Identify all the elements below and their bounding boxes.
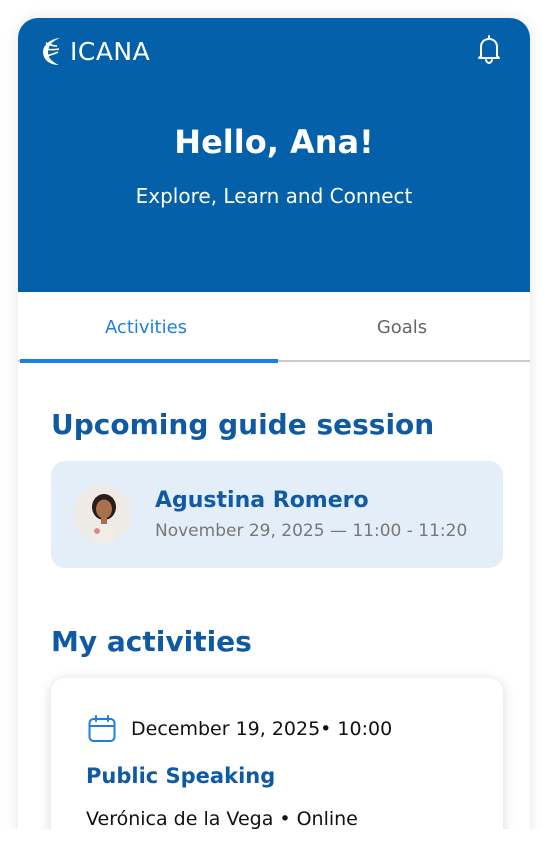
logo-text: ICANA xyxy=(70,36,151,66)
activity-mode: Online xyxy=(296,808,358,830)
guide-name: Agustina Romero xyxy=(155,488,369,513)
app-logo: ICANA xyxy=(40,34,150,68)
meta-separator: • xyxy=(279,808,291,830)
activity-title: Public Speaking xyxy=(86,764,276,788)
notifications-button[interactable] xyxy=(472,32,506,66)
my-activities-section-title: My activities xyxy=(51,625,252,658)
logo-emblem-icon xyxy=(43,38,60,65)
activity-host: Verónica de la Vega xyxy=(86,808,274,830)
activity-card[interactable]: December 19, 2025• 10:00 Public Speaking… xyxy=(51,678,503,850)
calendar-icon xyxy=(88,715,116,742)
guide-avatar xyxy=(73,485,131,543)
bell-icon xyxy=(478,35,500,65)
greeting-subtitle: Explore, Learn and Connect xyxy=(135,184,413,208)
activity-meta: Verónica de la Vega • Online xyxy=(86,808,358,830)
tab-bar: Activities Goals xyxy=(18,292,530,363)
bottom-fade xyxy=(0,829,550,850)
header: ICANA Hello, Ana! Explore, Learn and Con… xyxy=(18,18,530,292)
tab-activities[interactable]: Activities xyxy=(18,292,274,362)
guide-session-datetime: November 29, 2025 — 11:00 - 11:20 xyxy=(155,521,468,541)
greeting-title: Hello, Ana! xyxy=(174,123,374,161)
activity-date: December 19, 2025• 10:00 xyxy=(131,718,393,740)
tab-goals[interactable]: Goals xyxy=(274,292,530,362)
upcoming-section-title: Upcoming guide session xyxy=(51,408,435,441)
app-screen: ICANA Hello, Ana! Explore, Learn and Con… xyxy=(18,18,530,850)
active-tab-indicator xyxy=(20,359,278,363)
guide-session-card[interactable]: Agustina Romero November 29, 2025 — 11:0… xyxy=(51,461,503,568)
